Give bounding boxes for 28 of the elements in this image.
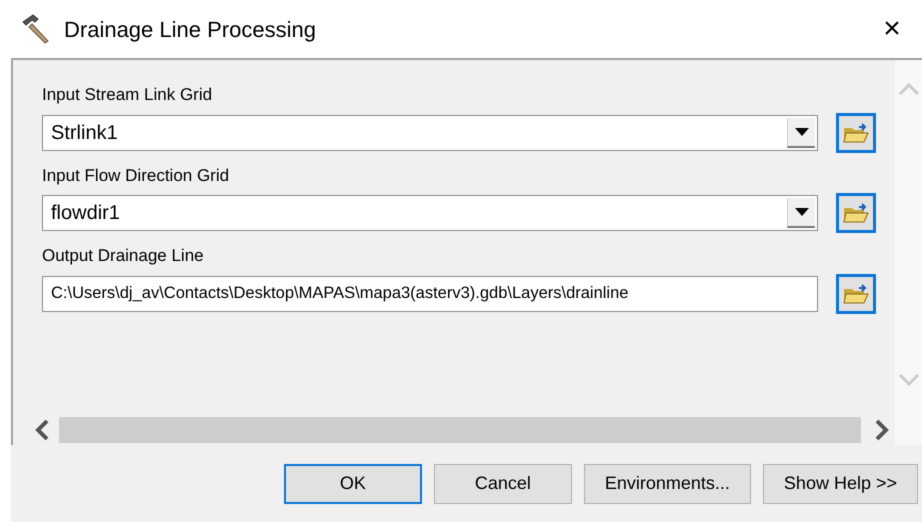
window-title: Drainage Line Processing [64, 16, 316, 44]
combo-box[interactable]: Strlink1 [42, 114, 818, 150]
input-field[interactable]: flowdir1 [43, 198, 787, 228]
folder-icon [843, 122, 869, 144]
dialog-button[interactable]: Environments... [584, 464, 751, 504]
dropdown-button[interactable] [787, 198, 815, 228]
close-button[interactable]: × [862, 0, 922, 58]
folder-icon [843, 282, 869, 304]
scroll-left-icon[interactable] [35, 419, 49, 441]
parameter-label: Input Flow Direction Grid [42, 164, 230, 186]
dropdown-button[interactable] [787, 118, 815, 148]
dialog-button[interactable]: OK [284, 464, 422, 504]
combo-box[interactable]: flowdir1 [42, 195, 818, 231]
parameter-label: Input Stream Link Grid [42, 84, 214, 106]
parameter-label: Output Drainage Line [42, 245, 205, 267]
folder-icon [843, 202, 869, 224]
browse-folder-button[interactable] [836, 193, 876, 233]
scroll-right-icon[interactable] [875, 419, 889, 441]
browse-folder-button[interactable] [836, 112, 876, 152]
input-field[interactable]: C:\Users\dj_av\Contacts\Desktop\MAPAS\mapa3(asterv3).gdb\Layers\drainline [43, 281, 817, 306]
dialog-button[interactable]: Cancel [434, 464, 572, 504]
caret-icon [794, 128, 808, 136]
browse-folder-button[interactable] [836, 274, 876, 314]
dialog-button[interactable]: Show Help >> [762, 464, 918, 504]
caret-icon [794, 208, 808, 216]
text-box[interactable]: C:\Users\dj_av\Contacts\Desktop\MAPAS\mapa3(asterv3).gdb\Layers\drainline [42, 276, 818, 312]
input-field[interactable]: Strlink1 [43, 118, 787, 148]
scrollbar-thumb[interactable] [59, 417, 861, 443]
